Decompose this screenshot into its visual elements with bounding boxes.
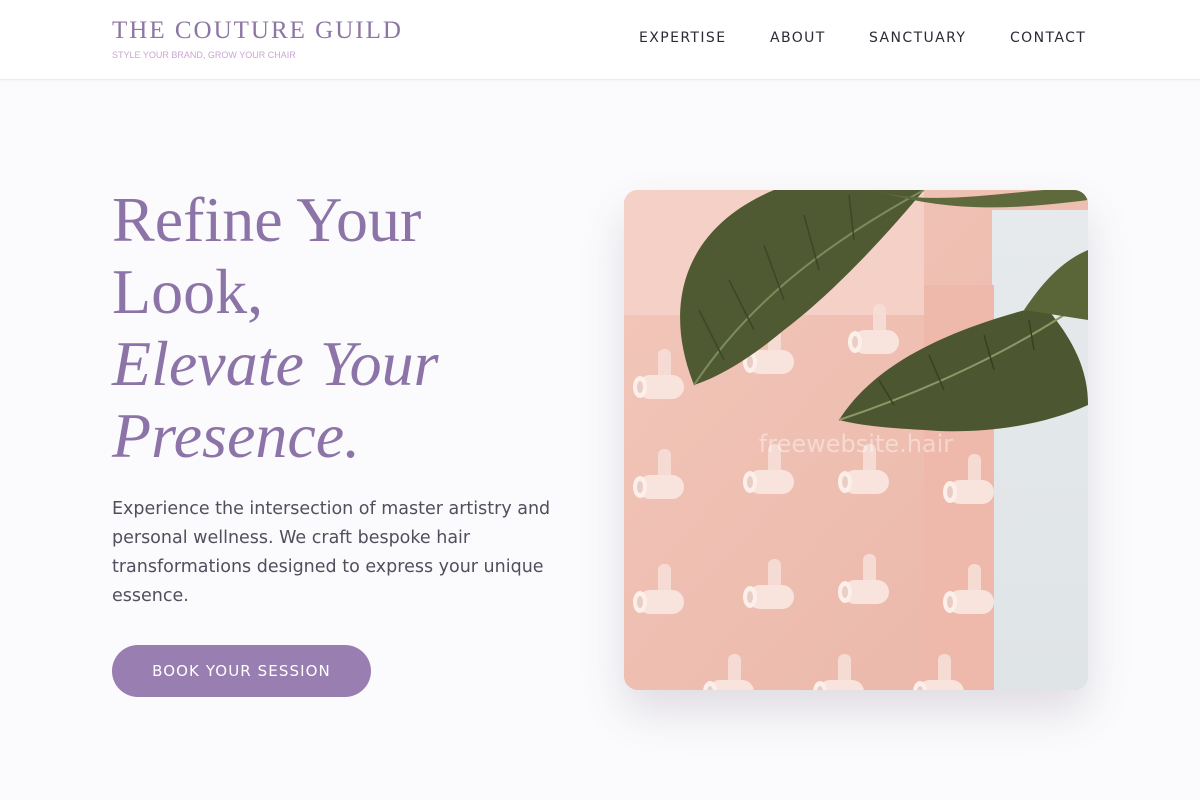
hero-title-line: Refine Your	[112, 184, 422, 255]
hero-title-line: Look,	[112, 256, 264, 327]
site-header: THE COUTURE GUILD STYLE YOUR BRAND, GROW…	[0, 0, 1200, 80]
hero-title-italic-line: Elevate Your	[112, 328, 439, 399]
image-watermark: freewebsite.hair	[758, 430, 954, 458]
hero-description: Experience the intersection of master ar…	[112, 499, 551, 606]
hero-title-italic-line: Presence.	[112, 400, 361, 471]
nav-item-expertise[interactable]: EXPERTISE	[639, 30, 726, 46]
hero-image: freewebsite.hair	[624, 190, 1088, 690]
book-session-button[interactable]: BOOK YOUR SESSION	[112, 645, 371, 697]
nav-item-contact[interactable]: CONTACT	[1010, 30, 1086, 46]
brand-tagline: STYLE YOUR BRAND, GROW YOUR CHAIR	[112, 50, 296, 60]
main-nav: EXPERTISE ABOUT SANCTUARY CONTACT	[0, 30, 1200, 50]
nav-item-about[interactable]: ABOUT	[770, 30, 826, 46]
hero-title: Refine Your Look, Elevate Your Presence.	[112, 184, 439, 472]
nav-item-sanctuary[interactable]: SANCTUARY	[869, 30, 966, 46]
